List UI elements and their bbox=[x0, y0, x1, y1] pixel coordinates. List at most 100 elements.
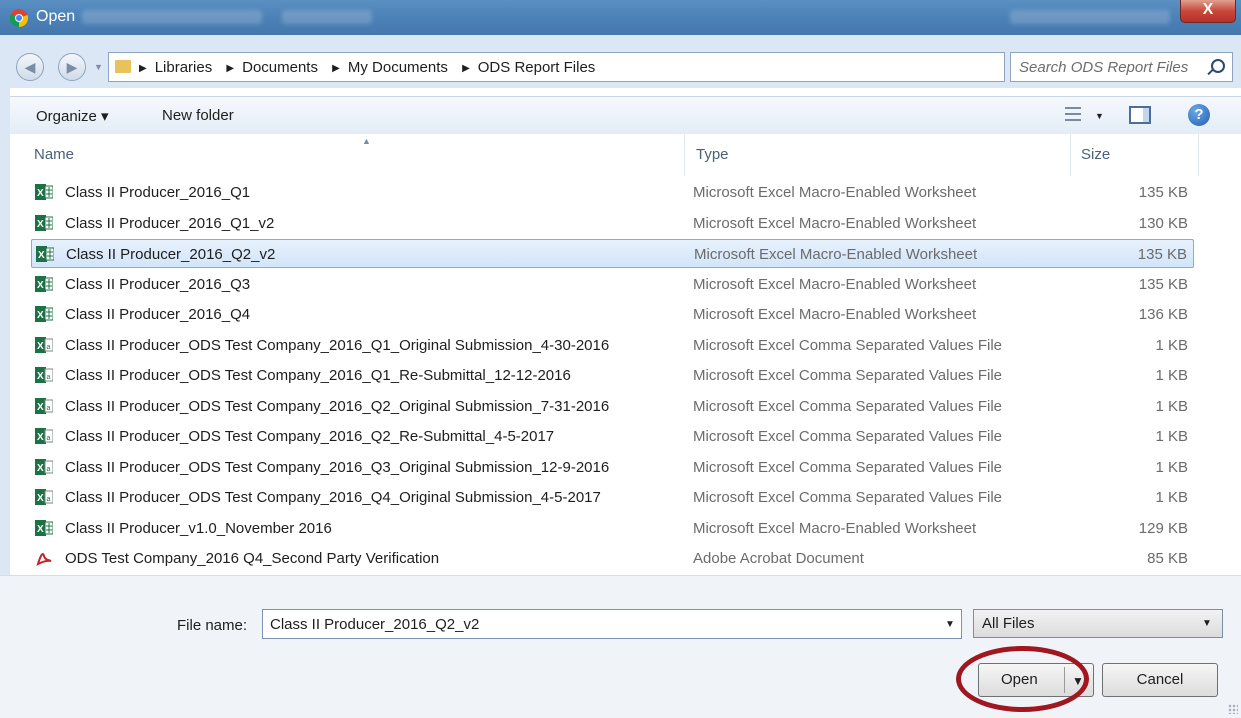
svg-text:a: a bbox=[47, 435, 51, 442]
organize-button[interactable]: Organize ▾ bbox=[36, 107, 109, 125]
address-bar[interactable]: ▶ Libraries ▶ Documents ▶ My Documents ▶ ODS… bbox=[108, 52, 1096, 82]
file-name: Class II Producer_2016_Q3 bbox=[65, 275, 251, 293]
left-edge bbox=[0, 88, 10, 575]
file-row[interactable]: Xa Class II Producer_ODS Test Company_201… bbox=[31, 483, 1194, 512]
excel-csv-icon: Xa bbox=[35, 428, 54, 444]
file-name: Class II Producer_2016_Q1 bbox=[65, 184, 251, 201]
title-bar: Open X bbox=[0, 0, 1241, 35]
sort-ascending-icon: ▲ bbox=[362, 136, 371, 146]
file-type: Microsoft Excel Comma Separated Values F… bbox=[693, 489, 1003, 506]
command-bar: Organize ▾ New folder ▼ ? bbox=[10, 96, 1241, 136]
recent-locations-chevron-icon[interactable]: ▼ bbox=[94, 62, 103, 72]
file-type: Microsoft Excel Macro-Enabled Worksheet bbox=[693, 519, 977, 537]
svg-text:X: X bbox=[37, 463, 44, 474]
excel-macro-icon: X bbox=[35, 519, 54, 536]
file-name-label: File name: bbox=[177, 617, 248, 634]
file-name: Class II Producer_v1.0_November 2016 bbox=[65, 519, 332, 537]
file-type: Microsoft Excel Macro-Enabled Worksheet bbox=[693, 214, 977, 232]
file-size: 1 KB bbox=[1155, 458, 1188, 476]
breadcrumb-chevron-icon[interactable]: ▶ bbox=[139, 63, 147, 74]
breadcrumb-ods-report-files[interactable]: ODS Report Files bbox=[478, 59, 596, 76]
blurred-background-text bbox=[282, 10, 372, 24]
back-button[interactable]: ◀ bbox=[16, 53, 44, 81]
file-row[interactable]: Xa Class II Producer_ODS Test Company_201… bbox=[31, 422, 1194, 451]
breadcrumb-documents[interactable]: Documents bbox=[242, 59, 318, 76]
pdf-icon bbox=[35, 550, 53, 566]
file-row[interactable]: X Class II Producer_2016_Q4 Microsoft Exce… bbox=[31, 300, 1194, 329]
dialog-footer: File name: Class II Producer_2016_Q2_v2 … bbox=[0, 575, 1241, 718]
preview-pane-icon[interactable] bbox=[1129, 106, 1151, 124]
file-type: Microsoft Excel Comma Separated Values F… bbox=[693, 397, 1003, 415]
column-size-header[interactable]: Size bbox=[1081, 146, 1110, 163]
breadcrumb-chevron-icon[interactable]: ▶ bbox=[332, 63, 340, 74]
file-type-dropdown-icon[interactable]: ▼ bbox=[1202, 618, 1212, 629]
file-type-select[interactable]: All Files ▼ bbox=[973, 609, 1223, 638]
cancel-button[interactable]: Cancel bbox=[1102, 663, 1218, 697]
file-type-value: All Files bbox=[982, 615, 1035, 632]
file-name: Class II Producer_ODS Test Company_2016_… bbox=[65, 397, 610, 415]
file-row[interactable]: Xa Class II Producer_ODS Test Company_201… bbox=[31, 392, 1194, 421]
column-name-header[interactable]: Name bbox=[34, 146, 74, 163]
close-button[interactable]: X bbox=[1180, 0, 1236, 23]
file-row[interactable]: ODS Test Company_2016 Q4_Second Party Ve… bbox=[31, 544, 1194, 573]
file-row[interactable]: X Class II Producer_2016_Q2_v2 Microsoft E… bbox=[31, 239, 1194, 268]
svg-text:X: X bbox=[37, 341, 44, 352]
file-name: ODS Test Company_2016 Q4_Second Party Ve… bbox=[65, 550, 440, 567]
excel-macro-icon: X bbox=[35, 184, 54, 200]
file-row[interactable]: Xa Class II Producer_ODS Test Company_201… bbox=[31, 361, 1194, 390]
open-button-label: Open bbox=[1001, 671, 1038, 688]
svg-text:a: a bbox=[47, 374, 51, 381]
file-row[interactable]: X Class II Producer_2016_Q1 Microsoft Exce… bbox=[31, 178, 1194, 207]
file-row[interactable]: Xa Class II Producer_ODS Test Company_201… bbox=[31, 331, 1194, 360]
svg-text:a: a bbox=[47, 496, 51, 503]
excel-csv-icon: Xa bbox=[35, 489, 54, 505]
column-header: ▲ Name Type Size bbox=[10, 134, 1241, 176]
breadcrumb-chevron-icon[interactable]: ▶ bbox=[226, 63, 234, 74]
file-name: Class II Producer_ODS Test Company_2016_… bbox=[65, 428, 555, 445]
svg-text:a: a bbox=[47, 405, 51, 412]
file-row[interactable]: X Class II Producer_v1.0_November 2016 Mic… bbox=[31, 514, 1194, 543]
view-options-icon[interactable] bbox=[1065, 107, 1081, 121]
address-bar-row: ◀ ▶ ▼ ▶ Libraries ▶ Documents ▶ My Document… bbox=[0, 35, 1241, 88]
forward-button[interactable]: ▶ bbox=[58, 53, 86, 81]
open-dropdown-icon: ▼ bbox=[1072, 674, 1084, 688]
search-icon[interactable] bbox=[1211, 59, 1225, 73]
column-divider[interactable] bbox=[1198, 134, 1199, 176]
file-size: 135 KB bbox=[1138, 184, 1188, 201]
open-options-dropdown[interactable]: ▼ bbox=[1064, 663, 1092, 697]
search-placeholder: Search ODS Report Files bbox=[1019, 59, 1189, 76]
file-name-dropdown-icon[interactable]: ▼ bbox=[945, 619, 955, 630]
excel-macro-icon: X bbox=[35, 306, 54, 322]
file-size: 1 KB bbox=[1155, 397, 1188, 415]
search-input[interactable]: Search ODS Report Files bbox=[1010, 52, 1233, 82]
window-title: Open bbox=[36, 8, 76, 25]
file-type: Microsoft Excel Macro-Enabled Worksheet bbox=[693, 184, 977, 201]
file-row[interactable]: X Class II Producer_2016_Q3 Microsoft Exce… bbox=[31, 270, 1194, 299]
excel-csv-icon: Xa bbox=[35, 458, 54, 475]
help-icon[interactable]: ? bbox=[1188, 104, 1210, 126]
file-size: 85 KB bbox=[1147, 550, 1188, 567]
svg-text:X: X bbox=[37, 493, 44, 504]
file-size: 129 KB bbox=[1138, 519, 1188, 537]
breadcrumb-chevron-icon[interactable]: ▶ bbox=[462, 63, 470, 74]
excel-csv-icon: Xa bbox=[35, 397, 54, 414]
column-divider[interactable] bbox=[684, 134, 685, 176]
svg-text:a: a bbox=[47, 466, 51, 473]
excel-macro-icon: X bbox=[35, 214, 54, 231]
breadcrumb-libraries[interactable]: Libraries bbox=[155, 59, 213, 76]
file-name-value: Class II Producer_2016_Q2_v2 bbox=[270, 616, 480, 633]
svg-text:X: X bbox=[37, 219, 44, 230]
file-size: 136 KB bbox=[1138, 306, 1188, 323]
new-folder-button[interactable]: New folder bbox=[162, 107, 234, 124]
column-type-header[interactable]: Type bbox=[696, 146, 729, 163]
file-size: 1 KB bbox=[1155, 428, 1188, 445]
blurred-background-text bbox=[82, 10, 262, 24]
file-name: Class II Producer_2016_Q2_v2 bbox=[66, 246, 276, 263]
file-row[interactable]: Xa Class II Producer_ODS Test Company_201… bbox=[31, 453, 1194, 482]
resize-grip[interactable] bbox=[1228, 704, 1238, 714]
file-row[interactable]: X Class II Producer_2016_Q1_v2 Microsoft E… bbox=[31, 209, 1194, 238]
view-dropdown-chevron-icon[interactable]: ▼ bbox=[1095, 111, 1104, 121]
breadcrumb-my-documents[interactable]: My Documents bbox=[348, 59, 448, 76]
file-name-input[interactable]: Class II Producer_2016_Q2_v2 ▼ bbox=[262, 609, 962, 639]
column-divider[interactable] bbox=[1070, 134, 1071, 176]
